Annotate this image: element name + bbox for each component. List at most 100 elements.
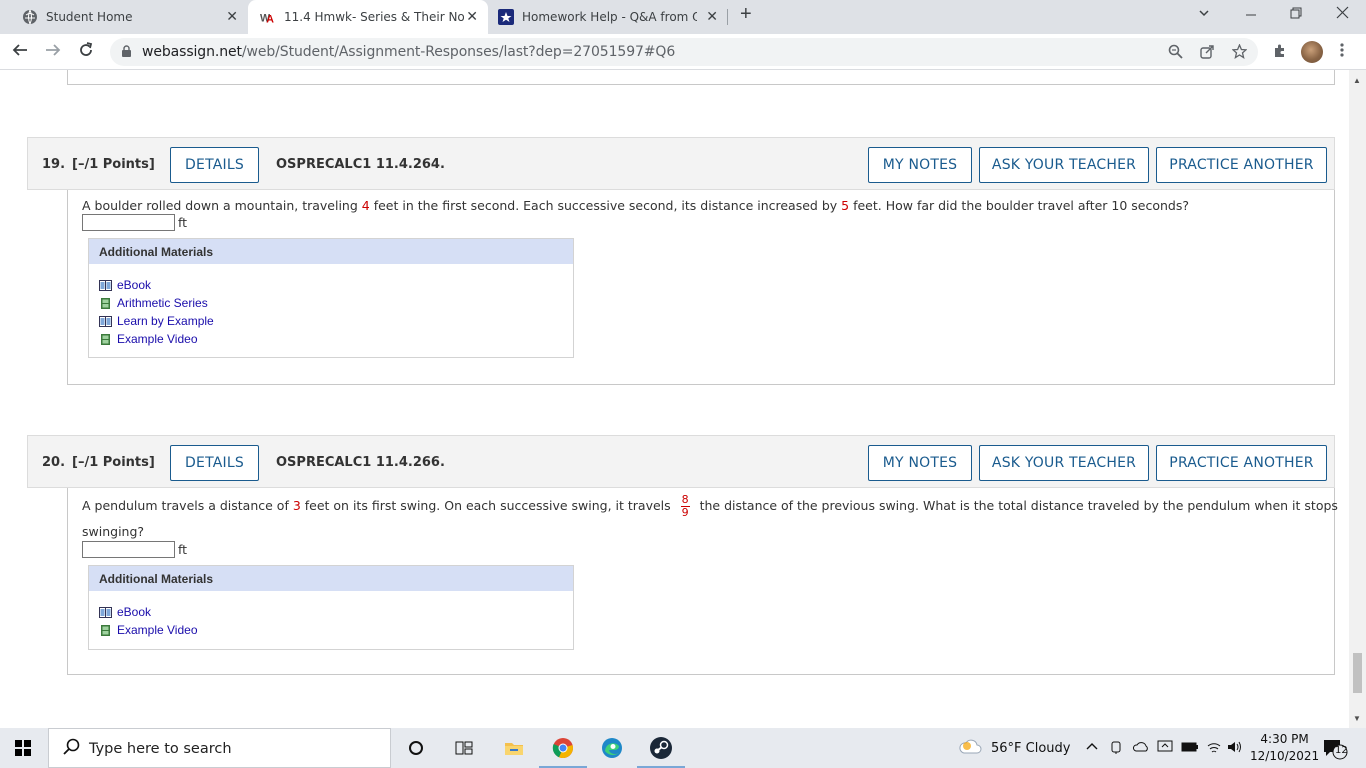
cortana-icon[interactable] xyxy=(404,736,428,760)
close-window-icon[interactable] xyxy=(1336,6,1349,24)
given-value: 4 xyxy=(361,198,370,213)
scroll-up-icon[interactable]: ▲ xyxy=(1353,76,1361,85)
question-header: 19. [–/1 Points] DETAILS OSPRECALC1 11.4… xyxy=(27,137,1335,190)
answer-input[interactable] xyxy=(82,541,175,558)
lock-icon xyxy=(122,45,131,57)
given-value: 3 xyxy=(292,498,301,513)
given-value: 5 xyxy=(841,198,850,213)
question-20: 20. [–/1 Points] DETAILS OSPRECALC1 11.4… xyxy=(27,435,1338,677)
previous-question-box xyxy=(67,70,1335,85)
tab-title: 11.4 Hmwk- Series & Their Notat xyxy=(284,10,464,24)
meet-now-icon[interactable] xyxy=(1110,740,1124,758)
question-body: A pendulum travels a distance of 3 feet … xyxy=(67,488,1338,675)
forward-icon[interactable] xyxy=(45,42,61,63)
new-tab-button[interactable]: + xyxy=(740,3,752,26)
book-icon xyxy=(99,279,112,291)
screen-icon[interactable] xyxy=(1157,740,1173,758)
arithmetic-series-link[interactable]: Arithmetic Series xyxy=(99,294,563,312)
practice-another-button[interactable]: PRACTICE ANOTHER xyxy=(1156,147,1327,183)
close-tab-icon[interactable]: ✕ xyxy=(706,9,718,25)
question-body: A boulder rolled down a mountain, travel… xyxy=(67,190,1335,385)
clock[interactable]: 4:30 PM 12/10/2021 xyxy=(1250,731,1319,765)
show-hidden-icons-icon[interactable] xyxy=(1086,740,1098,755)
volume-icon[interactable] xyxy=(1227,740,1243,758)
tab-homework-series[interactable]: WA 11.4 Hmwk- Series & Their Notat ✕ xyxy=(248,0,488,34)
question-points: [–/1 Points] xyxy=(72,455,155,470)
close-tab-icon[interactable]: ✕ xyxy=(226,9,238,25)
additional-materials: Additional Materials eBook Example Video xyxy=(88,565,574,650)
file-explorer-icon[interactable] xyxy=(502,736,526,760)
tab-homework-help[interactable]: Homework Help - Q&A from Onl ✕ xyxy=(488,0,728,34)
menu-icon[interactable] xyxy=(1340,42,1344,62)
film-icon xyxy=(101,333,110,345)
example-video-link[interactable]: Example Video xyxy=(99,330,563,348)
example-video-link[interactable]: Example Video xyxy=(99,621,563,639)
edge-icon[interactable] xyxy=(600,736,624,760)
tab-separator xyxy=(727,9,728,25)
tab-title: Homework Help - Q&A from Onl xyxy=(522,10,697,24)
question-19: 19. [–/1 Points] DETAILS OSPRECALC1 11.4… xyxy=(27,137,1335,385)
zoom-icon[interactable] xyxy=(1168,44,1183,63)
question-points: [–/1 Points] xyxy=(72,157,155,172)
browser-toolbar: webassign.net/web/Student/Assignment-Res… xyxy=(0,34,1366,70)
wifi-icon[interactable] xyxy=(1206,740,1222,758)
answer-unit: ft xyxy=(178,542,188,557)
taskbar-search[interactable]: Type here to search xyxy=(48,728,391,768)
steam-icon[interactable] xyxy=(637,736,685,768)
profile-avatar[interactable] xyxy=(1301,41,1323,63)
details-button[interactable]: DETAILS xyxy=(170,147,259,183)
battery-icon[interactable] xyxy=(1181,740,1199,758)
clock-date: 12/10/2021 xyxy=(1250,749,1320,763)
scroll-down-icon[interactable]: ▼ xyxy=(1353,714,1361,723)
extensions-icon[interactable] xyxy=(1272,42,1288,62)
url-text: webassign.net/web/Student/Assignment-Res… xyxy=(142,44,676,60)
my-notes-button[interactable]: MY NOTES xyxy=(868,445,972,481)
bartleby-icon xyxy=(498,9,514,25)
additional-materials-header: Additional Materials xyxy=(89,239,573,264)
page-scrollbar[interactable]: ▲ ▼ xyxy=(1349,70,1366,728)
tab-student-home[interactable]: Student Home ✕ xyxy=(8,0,248,34)
question-number: 19. xyxy=(42,157,66,172)
globe-icon xyxy=(22,9,38,25)
ebook-link[interactable]: eBook xyxy=(99,276,563,294)
practice-another-button[interactable]: PRACTICE ANOTHER xyxy=(1156,445,1327,481)
question-text: A boulder rolled down a mountain, travel… xyxy=(82,198,1190,213)
browser-tab-strip: Student Home ✕ WA 11.4 Hmwk- Series & Th… xyxy=(0,0,1366,34)
answer-input[interactable] xyxy=(82,214,175,231)
back-icon[interactable] xyxy=(12,42,28,63)
share-icon[interactable] xyxy=(1200,44,1215,63)
task-view-icon[interactable] xyxy=(452,736,476,760)
windows-start-icon[interactable] xyxy=(15,740,31,756)
ask-teacher-button[interactable]: ASK YOUR TEACHER xyxy=(979,147,1149,183)
address-bar[interactable]: webassign.net/web/Student/Assignment-Res… xyxy=(110,38,1258,66)
my-notes-button[interactable]: MY NOTES xyxy=(868,147,972,183)
question-code: OSPRECALC1 11.4.264. xyxy=(276,157,445,172)
ask-teacher-button[interactable]: ASK YOUR TEACHER xyxy=(979,445,1149,481)
search-icon xyxy=(63,738,81,761)
question-code: OSPRECALC1 11.4.266. xyxy=(276,455,445,470)
svg-text:A: A xyxy=(266,13,274,25)
answer-unit: ft xyxy=(178,215,188,230)
details-button[interactable]: DETAILS xyxy=(170,445,259,481)
notification-count: 12 xyxy=(1335,745,1348,756)
chrome-icon[interactable] xyxy=(539,736,587,768)
onedrive-icon[interactable] xyxy=(1132,740,1150,758)
bookmark-star-icon[interactable] xyxy=(1231,43,1248,63)
windows-taskbar: Type here to search 56°F Cloudy 4:30 PM … xyxy=(0,728,1366,768)
weather-icon[interactable] xyxy=(958,737,984,761)
weather-text[interactable]: 56°F Cloudy xyxy=(991,741,1070,756)
tab-search-icon[interactable] xyxy=(1198,6,1210,24)
fraction: 89 xyxy=(680,493,690,519)
book-icon xyxy=(99,606,112,618)
ebook-link[interactable]: eBook xyxy=(99,603,563,621)
minimize-icon[interactable] xyxy=(1245,6,1257,24)
reload-icon[interactable] xyxy=(78,42,94,63)
clock-time: 4:30 PM xyxy=(1260,732,1309,746)
scrollbar-thumb[interactable] xyxy=(1353,653,1362,693)
learn-by-example-link[interactable]: Learn by Example xyxy=(99,312,563,330)
restore-icon[interactable] xyxy=(1290,6,1302,24)
close-tab-icon[interactable]: ✕ xyxy=(466,9,478,25)
question-text: A pendulum travels a distance of 3 feet … xyxy=(82,493,1338,519)
film-icon xyxy=(101,297,110,309)
film-icon xyxy=(101,624,110,636)
